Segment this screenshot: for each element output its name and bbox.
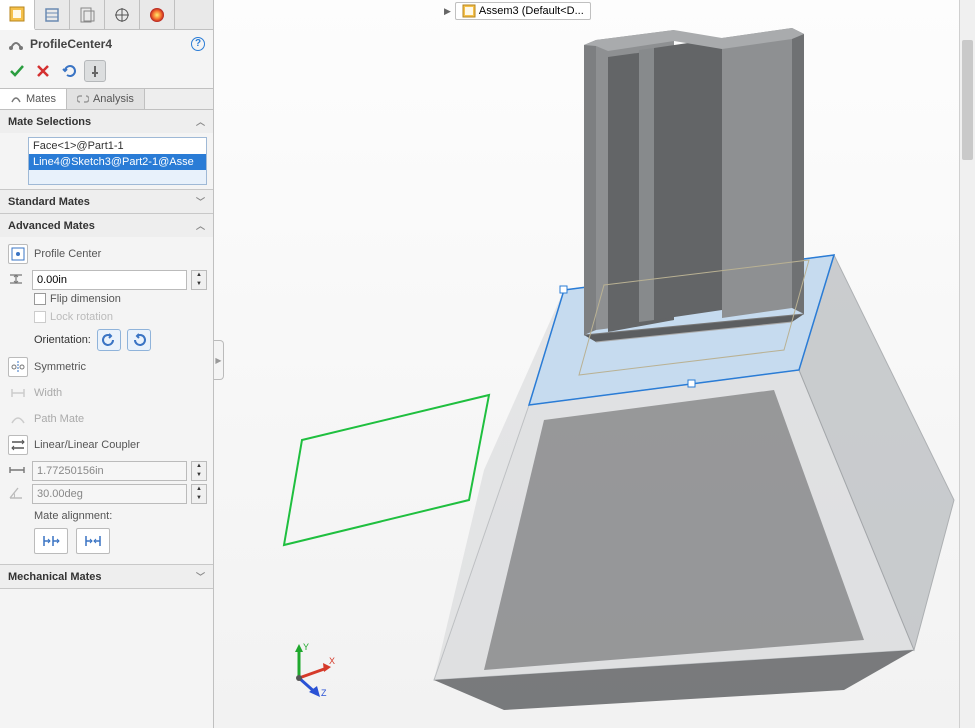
triad-z-label: Z (321, 688, 327, 698)
tab-analysis-label: Analysis (93, 93, 134, 105)
section-header-mate-selections[interactable]: Mate Selections ︿ (0, 110, 213, 133)
tab-config-manager[interactable] (70, 0, 105, 30)
chevron-down-icon: ﹀ (196, 570, 205, 583)
feature-name: ProfileCenter4 (30, 37, 112, 51)
offset-spinner[interactable]: ▲▼ (191, 270, 207, 290)
pin-button[interactable] (84, 60, 106, 82)
section-standard-mates: Standard Mates ﹀ (0, 190, 213, 214)
angle-spinner[interactable]: ▲▼ (191, 484, 207, 504)
panel-tab-strip (0, 0, 213, 30)
tab-feature-manager[interactable] (0, 0, 35, 30)
distance-icon (8, 463, 28, 480)
section-title: Mechanical Mates (8, 571, 102, 583)
help-icon[interactable]: ? (191, 37, 205, 51)
action-row (0, 58, 213, 88)
offset-field-row: ▲▼ (8, 270, 207, 290)
section-header-advanced-mates[interactable]: Advanced Mates ︿ (0, 214, 213, 237)
triad-y-label: Y (303, 642, 309, 652)
graphics-viewport[interactable]: ▶ Assem3 (Default<D... ▶ (214, 0, 975, 728)
mate-path: Path Mate (6, 406, 207, 432)
tab-mates[interactable]: Mates (0, 89, 67, 109)
view-triad[interactable]: Y X Z (279, 638, 339, 698)
checkbox-label: Lock rotation (50, 311, 113, 323)
checkbox-icon (34, 293, 46, 305)
model-rendering: + (244, 0, 964, 710)
tab-property-manager[interactable] (35, 0, 70, 30)
symmetric-icon (8, 357, 28, 377)
selection-item-active[interactable]: Line4@Sketch3@Part2-1@Asse (29, 154, 206, 170)
scrollbar-thumb[interactable] (962, 40, 973, 160)
coupler-value-row: ▲▼ (8, 461, 207, 481)
offset-icon (8, 271, 28, 290)
tab-mates-label: Mates (26, 93, 56, 105)
section-header-mechanical-mates[interactable]: Mechanical Mates ﹀ (0, 565, 213, 588)
flip-dimension-row[interactable]: Flip dimension (6, 290, 207, 308)
chevron-down-icon: ﹀ (196, 195, 205, 208)
angle-icon (8, 486, 28, 503)
panel-collapse-handle[interactable]: ▶ (214, 340, 224, 380)
align-same-button[interactable] (34, 528, 68, 554)
section-title: Standard Mates (8, 196, 90, 208)
link-icon (77, 93, 89, 105)
selection-item[interactable]: Face<1>@Part1-1 (29, 138, 206, 154)
vertical-scrollbar[interactable] (959, 0, 975, 728)
triad-x-label: X (329, 656, 335, 666)
coupler-spinner[interactable]: ▲▼ (191, 461, 207, 481)
checkbox-label: Flip dimension (50, 293, 121, 305)
mate-selection-list[interactable]: Face<1>@Part1-1 Line4@Sketch3@Part2-1@As… (28, 137, 207, 185)
alignment-row (6, 524, 207, 560)
linear-coupler-icon (8, 435, 28, 455)
angle-value-row: ▲▼ (8, 484, 207, 504)
undo-button[interactable] (58, 60, 80, 82)
mate-profile-center[interactable]: Profile Center (6, 241, 207, 267)
mate-linear-coupler[interactable]: Linear/Linear Coupler (6, 432, 207, 458)
path-icon (8, 409, 28, 429)
sub-tabs: Mates Analysis (0, 88, 213, 110)
mate-label: Profile Center (34, 248, 101, 260)
section-title: Mate Selections (8, 116, 91, 128)
lock-rotation-row: Lock rotation (6, 308, 207, 326)
feature-title-row: ProfileCenter4 ? (0, 30, 213, 58)
mate-width: Width (6, 380, 207, 406)
section-header-standard-mates[interactable]: Standard Mates ﹀ (0, 190, 213, 213)
width-icon (8, 383, 28, 403)
tab-dimxpert[interactable] (105, 0, 140, 30)
profile-center-icon (8, 244, 28, 264)
mate-label: Linear/Linear Coupler (34, 439, 140, 451)
chevron-up-icon: ︿ (196, 115, 205, 128)
mate-symmetric[interactable]: Symmetric (6, 354, 207, 380)
mate-icon (10, 93, 22, 105)
tab-analysis[interactable]: Analysis (67, 89, 145, 109)
rotate-cw-button[interactable] (127, 329, 151, 351)
section-mechanical-mates: Mechanical Mates ﹀ (0, 565, 213, 589)
orientation-row: Orientation: (6, 326, 207, 354)
mate-label: Symmetric (34, 361, 86, 373)
checkbox-icon (34, 311, 46, 323)
section-mate-selections: Mate Selections ︿ Face<1>@Part1-1 Line4@… (0, 110, 213, 190)
mate-label: Path Mate (34, 413, 84, 425)
coupler-value-input (32, 461, 187, 481)
offset-input[interactable] (32, 270, 187, 290)
ok-button[interactable] (6, 60, 28, 82)
mate-icon (8, 36, 24, 52)
cancel-button[interactable] (32, 60, 54, 82)
orientation-label: Orientation: (34, 334, 91, 346)
property-manager-panel: ProfileCenter4 ? Mates Analysis Mate Sel… (0, 0, 214, 728)
angle-value-input (32, 484, 187, 504)
chevron-up-icon: ︿ (196, 219, 205, 232)
tab-display-manager[interactable] (140, 0, 175, 30)
section-title: Advanced Mates (8, 220, 95, 232)
mate-label: Width (34, 387, 62, 399)
section-advanced-mates: Advanced Mates ︿ Profile Center ▲▼ Flip … (0, 214, 213, 565)
mate-alignment-label: Mate alignment: (6, 504, 207, 524)
rotate-ccw-button[interactable] (97, 329, 121, 351)
align-opposed-button[interactable] (76, 528, 110, 554)
